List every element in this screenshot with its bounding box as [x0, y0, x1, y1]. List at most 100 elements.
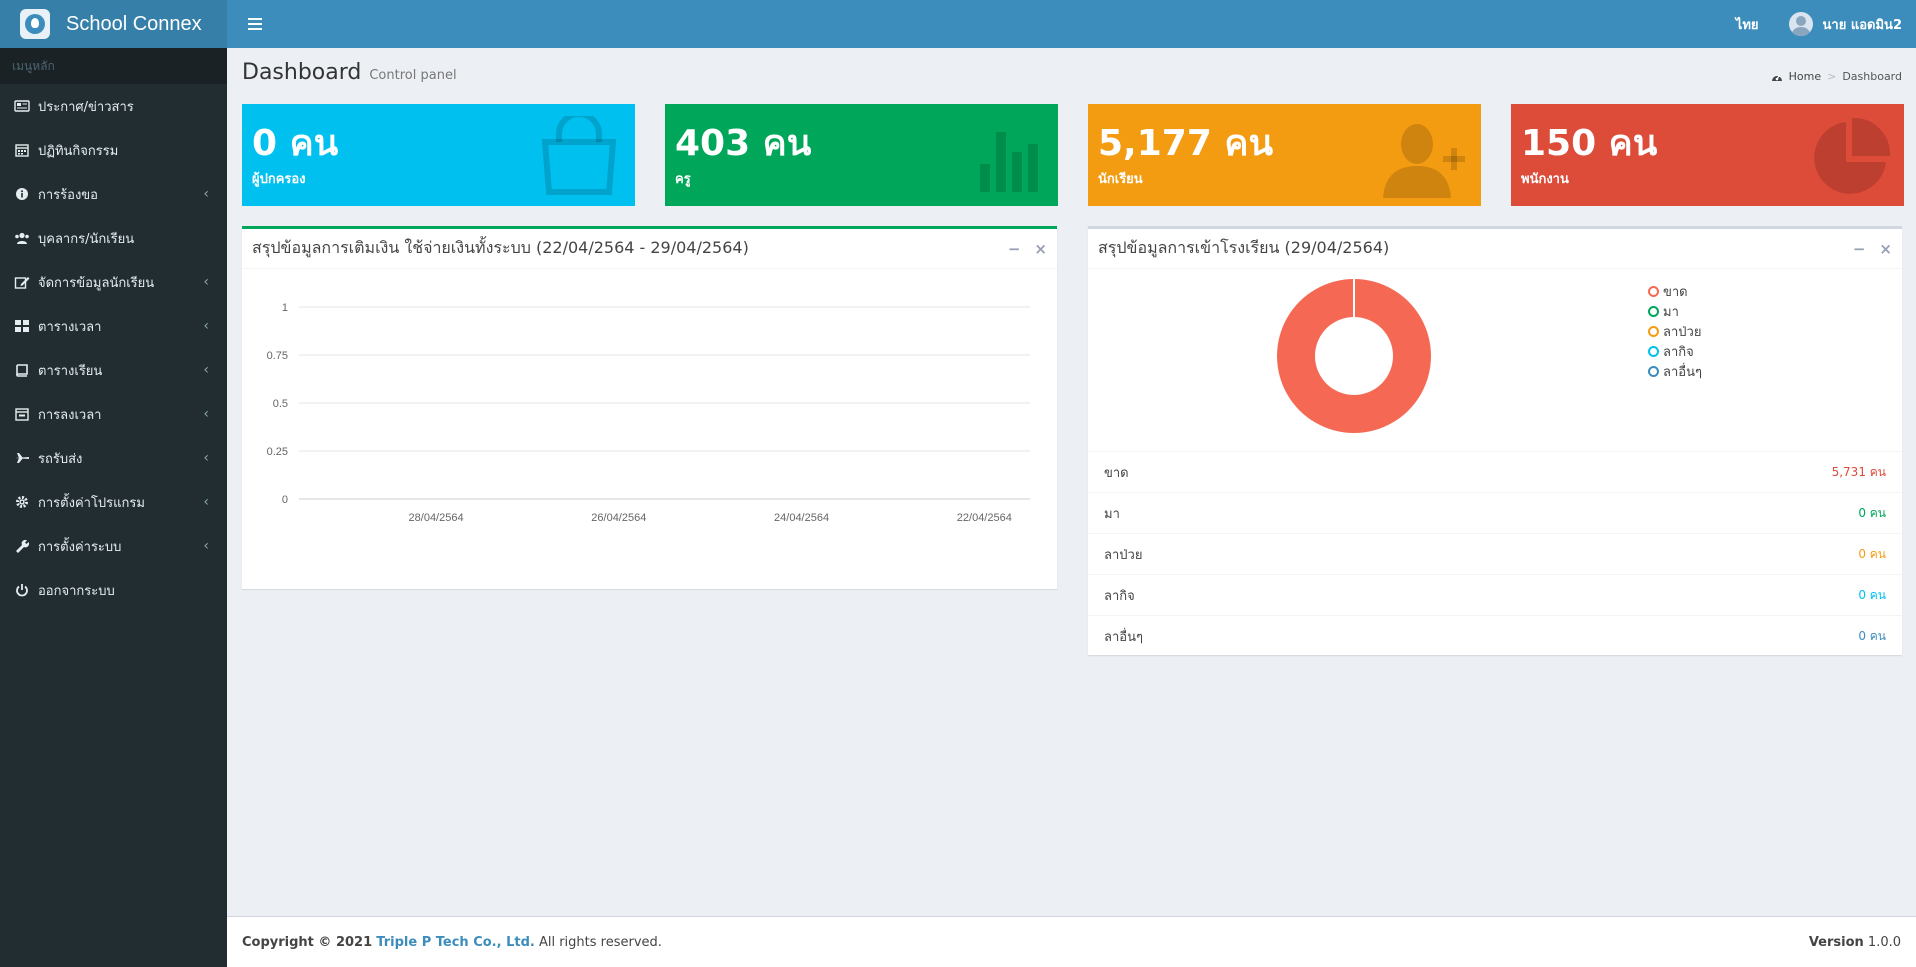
- power-icon: [16, 584, 28, 597]
- attendance-row-value: 0 คน: [1858, 546, 1886, 561]
- user-menu[interactable]: นาย แอดมิน2: [1788, 12, 1902, 36]
- attendance-row-value: 5,731 คน: [1831, 464, 1886, 479]
- y-tick-label: 0.5: [273, 398, 288, 410]
- company-link[interactable]: Triple P Tech Co., Ltd.: [376, 935, 535, 950]
- parents-stat-box: 0 คน ผู้ปกครอง: [242, 104, 635, 206]
- sidebar-item[interactable]: ตารางเรียน ‹: [0, 348, 227, 392]
- sidebar-item[interactable]: รถรับส่ง ‹: [0, 436, 227, 480]
- attendance-row: ลาอื่นๆ 0 คน: [1088, 615, 1902, 656]
- legend-marker: [1648, 365, 1659, 377]
- sidebar-header: เมนูหลัก: [0, 48, 227, 84]
- legend-item[interactable]: ลากิจ: [1648, 341, 1702, 361]
- sidebar-item-label: การลงเวลา: [38, 407, 102, 423]
- legend-item[interactable]: ลาอื่นๆ: [1648, 361, 1702, 381]
- chevron-left-icon: ‹: [203, 494, 209, 510]
- panel-title: สรุปข้อมูลการเข้าโรงเรียน (29/04/2564): [1098, 238, 1390, 257]
- legend-label: ลากิจ: [1663, 344, 1694, 360]
- sidebar-item[interactable]: จัดการข้อมูลนักเรียน ‹: [0, 260, 227, 304]
- stat-value: 403 คน: [675, 123, 812, 164]
- sidebar-item-label: การร้องขอ: [38, 187, 98, 203]
- sidebar-menu: ประกาศ/ข่าวสารปฏิทินกิจกรรมการร้องขอ ‹ บุค…: [0, 84, 227, 612]
- collapse-button[interactable]: −: [1008, 240, 1021, 258]
- edit-icon: [14, 277, 30, 289]
- stat-label: นักเรียน: [1098, 172, 1143, 187]
- panel-title: สรุปข้อมูลการเติมเงิน ใช้จ่ายเงินทั้งระบ…: [252, 238, 749, 257]
- school-logo-icon: [20, 9, 50, 39]
- chevron-left-icon: ‹: [203, 362, 209, 378]
- legend-label: ลาป่วย: [1663, 324, 1702, 340]
- legend-item[interactable]: ลาป่วย: [1648, 321, 1702, 341]
- attendance-summary-panel: สรุปข้อมูลการเข้าโรงเรียน (29/04/2564) −…: [1088, 226, 1902, 655]
- collapse-button[interactable]: −: [1853, 240, 1866, 258]
- attendance-row: ลากิจ 0 คน: [1088, 574, 1902, 615]
- chevron-left-icon: ‹: [203, 186, 209, 202]
- sidebar-item-label: การตั้งค่าระบบ: [38, 539, 122, 555]
- top-navbar: ไทย นาย แอดมิน2: [227, 0, 1916, 48]
- calendar-check-icon: [15, 408, 29, 421]
- chevron-left-icon: ‹: [203, 406, 209, 422]
- shopping-bag-icon: [541, 116, 617, 195]
- book-icon: [16, 364, 28, 377]
- version-info: Version 1.0.0: [1809, 935, 1901, 950]
- close-button[interactable]: ×: [1034, 240, 1047, 258]
- breadcrumb-home-link[interactable]: Home: [1789, 70, 1821, 83]
- sidebar-item[interactable]: ตารางเวลา ‹: [0, 304, 227, 348]
- hamburger-icon: [248, 18, 262, 20]
- page-title: Dashboard: [242, 60, 362, 85]
- students-stat-box: 5,177 คน นักเรียน: [1088, 104, 1481, 206]
- legend-marker: [1648, 285, 1659, 297]
- close-button[interactable]: ×: [1879, 240, 1892, 258]
- sidebar-toggle-button[interactable]: [242, 11, 268, 37]
- attendance-row-value: 0 คน: [1858, 587, 1886, 602]
- copyright-text: Copyright © 2021: [242, 934, 373, 950]
- legend-label: ขาด: [1663, 284, 1688, 300]
- breadcrumb: Home > Dashboard: [1771, 70, 1902, 83]
- sidebar-item[interactable]: ออกจากระบบ: [0, 568, 227, 612]
- attendance-row: มา 0 คน: [1088, 492, 1902, 533]
- attendance-row-name: ลากิจ: [1104, 588, 1135, 604]
- attendance-row-value: 0 คน: [1858, 505, 1886, 520]
- sidebar-item-label: ออกจากระบบ: [38, 583, 115, 599]
- sidebar-item[interactable]: ปฏิทินกิจกรรม: [0, 128, 227, 172]
- x-tick-label: 22/04/2564: [957, 512, 1012, 524]
- content-header: Dashboard Control panel: [242, 60, 457, 85]
- chevron-left-icon: ‹: [203, 450, 209, 466]
- info-icon: [16, 188, 28, 200]
- breadcrumb-current: Dashboard: [1842, 70, 1902, 83]
- attendance-row-name: ลาอื่นๆ: [1104, 629, 1143, 645]
- legend-marker: [1648, 345, 1659, 357]
- chart-legend: ขาด มาลาป่วยลากิจ ลาอื่นๆ: [1648, 281, 1702, 381]
- staff-stat-box: 150 คน พนักงาน: [1511, 104, 1904, 206]
- user-plus-icon: [1383, 124, 1465, 198]
- calendar-icon: [15, 144, 29, 157]
- y-tick-label: 1: [282, 302, 288, 314]
- bar-chart-icon: [980, 132, 1038, 192]
- sidebar-item[interactable]: การลงเวลา ‹: [0, 392, 227, 436]
- stat-label: ครู: [675, 172, 691, 187]
- attendance-row: ขาด 5,731 คน: [1088, 451, 1902, 492]
- sidebar-item[interactable]: บุคลากร/นักเรียน: [0, 216, 227, 260]
- sidebar-item-label: ตารางเวลา: [38, 319, 102, 335]
- version-number: 1.0.0: [1867, 934, 1901, 950]
- sidebar-item[interactable]: ประกาศ/ข่าวสาร: [0, 84, 227, 128]
- y-tick-label: 0.75: [267, 350, 288, 362]
- legend-item[interactable]: ขาด: [1648, 281, 1702, 301]
- chevron-left-icon: ‹: [203, 274, 209, 290]
- legend-item[interactable]: มา: [1648, 301, 1702, 321]
- sidebar-item[interactable]: การตั้งค่าโปรแกรม ‹: [0, 480, 227, 524]
- avatar: [1788, 12, 1813, 36]
- stat-label: พนักงาน: [1521, 172, 1569, 187]
- logo[interactable]: School Connex: [0, 0, 227, 48]
- sidebar-item[interactable]: การตั้งค่าระบบ ‹: [0, 524, 227, 568]
- page-subtitle: Control panel: [369, 68, 457, 83]
- sidebar-item-label: ประกาศ/ข่าวสาร: [38, 99, 134, 115]
- stat-value: 5,177 คน: [1098, 123, 1274, 164]
- topup-summary-panel: สรุปข้อมูลการเติมเงิน ใช้จ่ายเงินทั้งระบ…: [242, 226, 1057, 589]
- stat-value: 150 คน: [1521, 123, 1658, 164]
- sidebar-item[interactable]: การร้องขอ ‹: [0, 172, 227, 216]
- language-selector[interactable]: ไทย: [1736, 14, 1759, 35]
- rights-text: All rights reserved.: [538, 934, 662, 950]
- sidebar-item-label: การตั้งค่าโปรแกรม: [38, 495, 145, 511]
- x-tick-label: 26/04/2564: [591, 512, 646, 524]
- grid-icon: [15, 320, 29, 332]
